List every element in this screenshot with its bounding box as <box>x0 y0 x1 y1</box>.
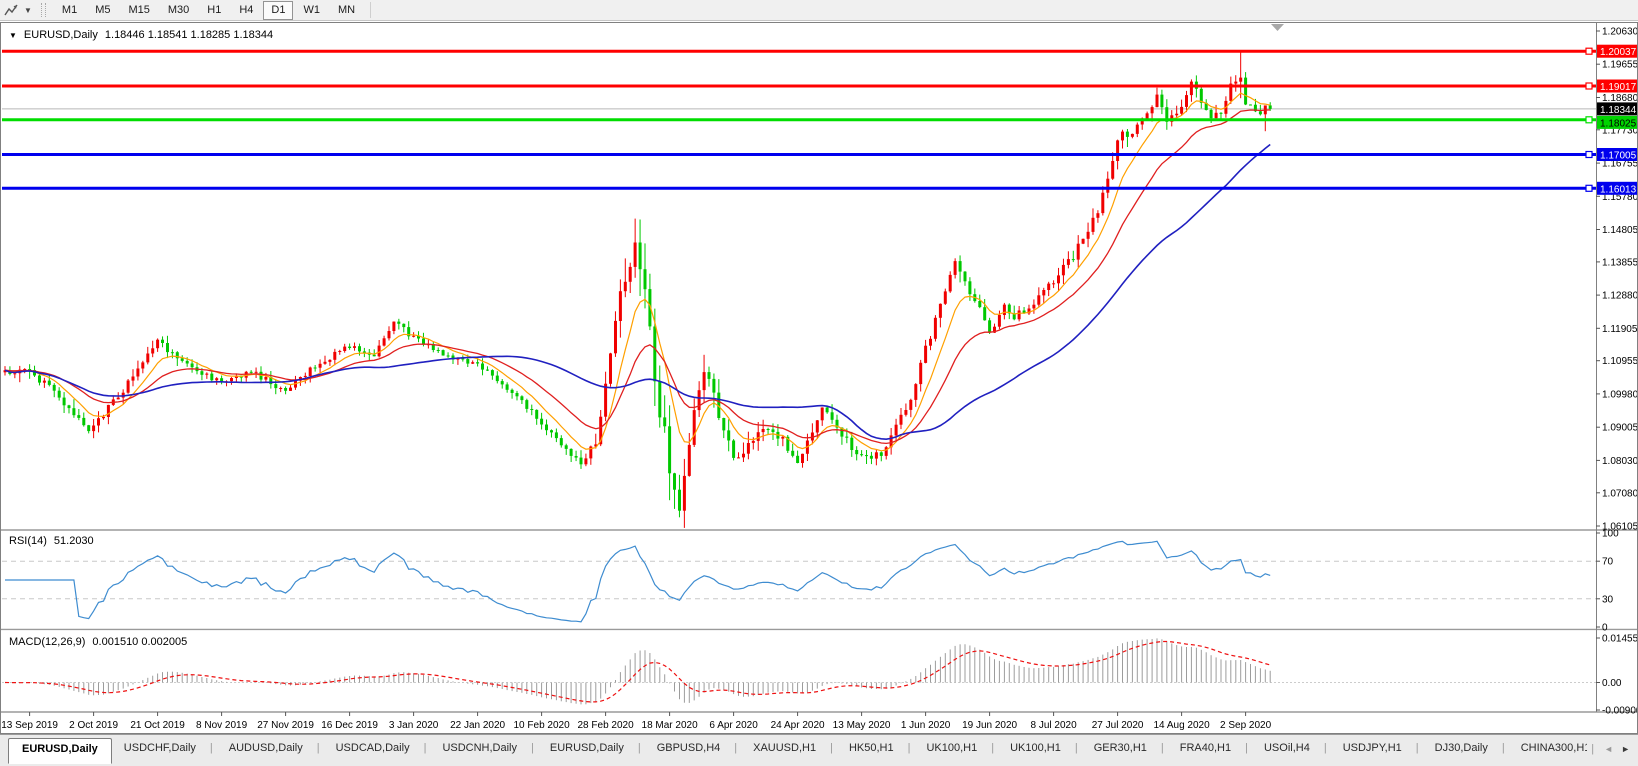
chart-tab-china300-h1[interactable]: CHINA300,H1 <box>1513 737 1588 760</box>
svg-text:6 Apr 2020: 6 Apr 2020 <box>709 720 758 731</box>
svg-text:1.12880: 1.12880 <box>1602 291 1638 302</box>
timeframe-button-m15[interactable]: M15 <box>120 1 157 20</box>
chart-tab-xauusd-h1[interactable]: XAUUSD,H1 <box>745 737 841 760</box>
svg-text:1.19655: 1.19655 <box>1602 60 1638 71</box>
chart-tab-usdcnh-daily[interactable]: USDCNH,Daily <box>434 737 541 760</box>
svg-text:2 Oct 2019: 2 Oct 2019 <box>69 720 118 731</box>
macd-current-values: 0.001510 0.002005 <box>92 636 187 648</box>
timeframe-button-h1[interactable]: H1 <box>199 1 229 20</box>
chart-tab-eurusd-daily[interactable]: EURUSD,Daily <box>8 738 112 764</box>
svg-text:10 Feb 2020: 10 Feb 2020 <box>514 720 571 731</box>
svg-text:1.10955: 1.10955 <box>1602 356 1638 367</box>
svg-text:1.16013: 1.16013 <box>1600 184 1637 195</box>
svg-text:0.00: 0.00 <box>1602 678 1622 689</box>
macd-indicator-label: MACD(12,26,9) 0.001510 0.002005 <box>9 636 187 648</box>
svg-text:13 Sep 2019: 13 Sep 2019 <box>1 720 58 731</box>
tabs-scroll-arrows: ◄ ► <box>1587 735 1638 755</box>
svg-text:2 Sep 2020: 2 Sep 2020 <box>1220 720 1272 731</box>
price-chart-canvas[interactable]: 1.206301.196551.186801.177301.167551.157… <box>0 22 1638 734</box>
svg-text:70: 70 <box>1602 557 1614 568</box>
svg-text:27 Nov 2019: 27 Nov 2019 <box>257 720 314 731</box>
svg-text:1.18344: 1.18344 <box>1600 105 1637 116</box>
svg-text:27 Jul 2020: 27 Jul 2020 <box>1092 720 1144 731</box>
timeframe-button-h4[interactable]: H4 <box>231 1 261 20</box>
rsi-indicator-label: RSI(14) 51.2030 <box>9 535 94 547</box>
svg-text:28 Feb 2020: 28 Feb 2020 <box>578 720 635 731</box>
svg-text:18 Mar 2020: 18 Mar 2020 <box>642 720 699 731</box>
chart-tab-eurusd-daily[interactable]: EURUSD,Daily <box>542 737 649 760</box>
timeframe-button-d1[interactable]: D1 <box>263 1 293 20</box>
svg-text:0.014556: 0.014556 <box>1602 634 1638 645</box>
timeframe-buttons: M1M5M15M30H1H4D1W1MN <box>53 0 364 20</box>
svg-text:1 Jun 2020: 1 Jun 2020 <box>901 720 951 731</box>
svg-text:1.07080: 1.07080 <box>1602 488 1638 499</box>
chart-tabs: EURUSD,DailyUSDCHF,DailyAUDUSD,DailyUSDC… <box>0 735 1587 764</box>
timeframe-button-w1[interactable]: W1 <box>295 1 328 20</box>
toolbar-separator <box>370 2 371 18</box>
svg-text:-0.009005: -0.009005 <box>1602 706 1638 717</box>
toolbar-dropdown-caret-icon[interactable]: ▼ <box>20 6 36 15</box>
svg-text:13 May 2020: 13 May 2020 <box>833 720 891 731</box>
chart-title-collapse-icon[interactable]: ▼ <box>9 31 17 40</box>
chart-title: ▼ EURUSD,Daily 1.18446 1.18541 1.18285 1… <box>9 29 273 41</box>
svg-text:16 Dec 2019: 16 Dec 2019 <box>321 720 378 731</box>
svg-text:100: 100 <box>1602 529 1619 540</box>
chart-tab-hk50-h1[interactable]: HK50,H1 <box>841 737 919 760</box>
svg-text:21 Oct 2019: 21 Oct 2019 <box>130 720 185 731</box>
chart-tab-gbpusd-h4[interactable]: GBPUSD,H4 <box>649 737 745 760</box>
tabs-scroll-left-icon[interactable]: ◄ <box>1604 744 1613 754</box>
svg-text:0: 0 <box>1602 623 1608 634</box>
rsi-current-value: 51.2030 <box>54 535 94 547</box>
chart-cursor-icon[interactable] <box>2 2 20 18</box>
chart-tab-fra40-h1[interactable]: FRA40,H1 <box>1172 737 1256 760</box>
macd-name: MACD(12,26,9) <box>9 636 85 648</box>
svg-text:19 Jun 2020: 19 Jun 2020 <box>962 720 1017 731</box>
timeframe-button-mn[interactable]: MN <box>330 1 363 20</box>
svg-text:24 Apr 2020: 24 Apr 2020 <box>771 720 825 731</box>
chart-tab-usdjpy-h1[interactable]: USDJPY,H1 <box>1335 737 1427 760</box>
svg-text:8 Nov 2019: 8 Nov 2019 <box>196 720 248 731</box>
chart-tab-usdchf-daily[interactable]: USDCHF,Daily <box>116 737 221 760</box>
svg-text:22 Jan 2020: 22 Jan 2020 <box>450 720 505 731</box>
timeframe-button-m5[interactable]: M5 <box>87 1 118 20</box>
chart-tab-dj30-daily[interactable]: DJ30,Daily <box>1427 737 1513 760</box>
chart-symbol-label: EURUSD,Daily <box>24 29 98 41</box>
svg-text:1.18025: 1.18025 <box>1600 118 1637 129</box>
svg-text:1.11905: 1.11905 <box>1602 324 1638 335</box>
svg-text:1.09980: 1.09980 <box>1602 389 1638 400</box>
svg-text:1.18680: 1.18680 <box>1602 93 1638 104</box>
svg-text:1.20630: 1.20630 <box>1602 27 1638 38</box>
rsi-name: RSI(14) <box>9 535 47 547</box>
svg-text:30: 30 <box>1602 594 1614 605</box>
chart-tab-uk100-h1[interactable]: UK100,H1 <box>1002 737 1086 760</box>
timeframe-button-m1[interactable]: M1 <box>54 1 85 20</box>
chart-tab-usoil-h4[interactable]: USOil,H4 <box>1256 737 1335 760</box>
timeframe-button-m30[interactable]: M30 <box>160 1 197 20</box>
chart-tab-usdcad-daily[interactable]: USDCAD,Daily <box>328 737 435 760</box>
toolbar-grip <box>41 3 46 17</box>
svg-text:1.17005: 1.17005 <box>1600 151 1637 162</box>
chart-tab-audusd-daily[interactable]: AUDUSD,Daily <box>221 737 328 760</box>
svg-text:14 Aug 2020: 14 Aug 2020 <box>1154 720 1211 731</box>
chart-tab-uk100-h1[interactable]: UK100,H1 <box>918 737 1002 760</box>
svg-text:8 Jul 2020: 8 Jul 2020 <box>1031 720 1078 731</box>
chart-tab-ger30-h1[interactable]: GER30,H1 <box>1086 737 1172 760</box>
tabs-scroll-right-icon[interactable]: ► <box>1621 744 1630 754</box>
svg-text:1.20037: 1.20037 <box>1600 47 1637 58</box>
svg-text:1.13855: 1.13855 <box>1602 257 1638 268</box>
svg-text:1.19017: 1.19017 <box>1600 82 1637 93</box>
svg-text:1.08030: 1.08030 <box>1602 456 1638 467</box>
chart-ohlc-values: 1.18446 1.18541 1.18285 1.18344 <box>105 29 273 41</box>
svg-text:1.14805: 1.14805 <box>1602 225 1638 236</box>
top-toolbar: ▼ M1M5M15M30H1H4D1W1MN <box>0 0 1638 21</box>
svg-text:1.09005: 1.09005 <box>1602 423 1638 434</box>
svg-text:3 Jan 2020: 3 Jan 2020 <box>389 720 439 731</box>
chart-tabs-bar: EURUSD,DailyUSDCHF,DailyAUDUSD,DailyUSDC… <box>0 734 1638 766</box>
